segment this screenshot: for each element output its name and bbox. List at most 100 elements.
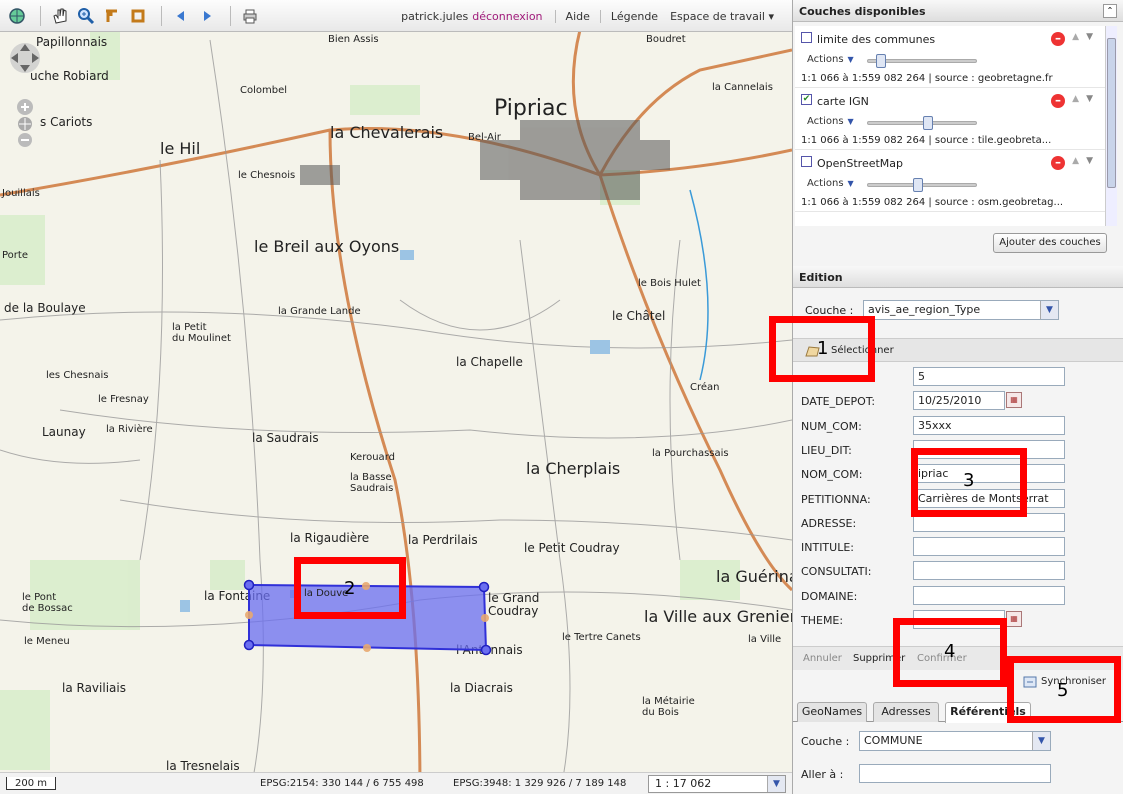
globe-icon[interactable] bbox=[6, 5, 28, 27]
zoom-in-icon[interactable] bbox=[75, 5, 97, 27]
field-input[interactable]: 35xxx bbox=[913, 416, 1065, 435]
field-label: NUM_COM: bbox=[801, 420, 862, 433]
chevron-down-icon[interactable]: ▼ bbox=[1040, 301, 1058, 319]
chevron-down-icon: ▼ bbox=[847, 117, 854, 126]
field-input[interactable] bbox=[913, 586, 1065, 605]
layer-visibility-checkbox[interactable] bbox=[801, 156, 812, 167]
map-label: la Saudrais bbox=[252, 431, 319, 445]
move-down-icon[interactable]: ▼ bbox=[1086, 156, 1093, 166]
field-input[interactable]: 10/25/2010 bbox=[913, 391, 1005, 410]
add-layers-button[interactable]: Ajouter des couches bbox=[993, 233, 1107, 253]
calendar-icon[interactable]: ▦ bbox=[1006, 392, 1022, 408]
layer-visibility-checkbox[interactable]: ✔ bbox=[801, 94, 812, 105]
zoom-in-control-icon[interactable] bbox=[17, 99, 33, 115]
map-label: la Pourchassais bbox=[652, 448, 729, 459]
goto-input[interactable] bbox=[859, 764, 1051, 783]
field-label: ADRESSE: bbox=[801, 517, 857, 530]
field-input[interactable] bbox=[913, 561, 1065, 580]
layer-opacity-slider[interactable] bbox=[867, 54, 977, 68]
chevron-down-icon[interactable]: ▼ bbox=[767, 776, 785, 792]
map-label: le Hil bbox=[160, 139, 200, 158]
remove-layer-icon[interactable]: – bbox=[1051, 156, 1065, 170]
map-label: la Cannelais bbox=[712, 82, 773, 93]
map-label: le Châtel bbox=[612, 309, 665, 323]
calendar-icon[interactable]: ▦ bbox=[1006, 611, 1022, 627]
help-link[interactable]: Aide bbox=[554, 9, 600, 23]
field-label: DOMAINE: bbox=[801, 590, 858, 603]
layer-name: OpenStreetMap bbox=[817, 157, 904, 170]
edition-title: Edition bbox=[799, 271, 843, 284]
scale-select[interactable]: 1 : 17 062 ▼ bbox=[648, 775, 786, 793]
map-label: le Petit Coudray bbox=[524, 541, 620, 555]
map-label: Kerouard bbox=[350, 452, 395, 463]
map-canvas[interactable]: Papillonnais uche Robiard s Cariots le H… bbox=[0, 0, 792, 794]
pan-hand-icon[interactable] bbox=[49, 5, 71, 27]
layers-list: limite des communes – ▲ ▼ Actions ▼ 1:1 066 à … bbox=[795, 26, 1105, 226]
field-label: CONSULTATI: bbox=[801, 565, 872, 578]
tab-geonames[interactable]: GeoNames bbox=[797, 702, 867, 722]
tab-adresses[interactable]: Adresses bbox=[873, 702, 939, 722]
map-view[interactable]: Papillonnais uche Robiard s Cariots le H… bbox=[0, 0, 792, 794]
move-down-icon[interactable]: ▼ bbox=[1086, 94, 1093, 104]
field-input[interactable] bbox=[913, 537, 1065, 556]
map-label: la Chevalerais bbox=[330, 123, 443, 142]
layer-visibility-checkbox[interactable] bbox=[801, 32, 812, 43]
cancel-button[interactable]: Annuler bbox=[803, 653, 842, 664]
move-down-icon[interactable]: ▼ bbox=[1086, 32, 1093, 42]
slider-knob[interactable] bbox=[923, 116, 933, 130]
map-label: la Rigaudière bbox=[290, 531, 369, 545]
map-label: la Grande Lande bbox=[278, 306, 361, 317]
workspace-menu[interactable]: Espace de travail ▾ bbox=[668, 10, 784, 23]
field-label: INTITULE: bbox=[801, 541, 854, 554]
layer-actions-menu[interactable]: Actions ▼ bbox=[807, 116, 854, 127]
map-label: Créan bbox=[690, 381, 720, 393]
chevron-down-icon[interactable]: ▼ bbox=[1032, 732, 1050, 750]
measure-length-icon[interactable] bbox=[101, 5, 123, 27]
map-label: le Meneu bbox=[24, 636, 70, 647]
map-statusbar: 200 m EPSG:2154: 330 144 / 6 755 498 EPS… bbox=[0, 772, 792, 794]
zoom-out-control-icon[interactable] bbox=[18, 133, 32, 147]
field-input[interactable]: 5 bbox=[913, 367, 1065, 386]
pan-control-icon[interactable] bbox=[10, 43, 40, 73]
back-arrow-icon[interactable] bbox=[170, 5, 192, 27]
world-extent-icon[interactable] bbox=[18, 117, 32, 131]
map-label: Pipriac bbox=[494, 96, 568, 121]
logout-link[interactable]: déconnexion bbox=[472, 10, 542, 23]
slider-knob[interactable] bbox=[876, 54, 886, 68]
layers-scrollbar[interactable] bbox=[1105, 26, 1117, 226]
field-label: THEME: bbox=[801, 614, 844, 627]
layer-actions-label: Actions bbox=[807, 54, 844, 65]
layer-row: OpenStreetMap – ▲ ▼ Actions ▼ 1:1 066 à 1:559 … bbox=[795, 150, 1105, 212]
forward-arrow-icon[interactable] bbox=[196, 5, 218, 27]
collapse-icon[interactable]: ⌃ bbox=[1103, 4, 1117, 18]
map-label: la Ville bbox=[748, 634, 781, 645]
move-up-icon[interactable]: ▲ bbox=[1072, 32, 1079, 42]
remove-layer-icon[interactable]: – bbox=[1051, 94, 1065, 108]
move-up-icon[interactable]: ▲ bbox=[1072, 94, 1079, 104]
couche-select[interactable]: avis_ae_region_Type ▼ bbox=[863, 300, 1059, 320]
layer-actions-menu[interactable]: Actions ▼ bbox=[807, 178, 854, 189]
layer-meta: 1:1 066 à 1:559 082 264 | source : osm.g… bbox=[801, 197, 1064, 208]
remove-layer-icon[interactable]: – bbox=[1051, 32, 1065, 46]
map-label: s Cariots bbox=[40, 115, 92, 129]
map-label: de la Boulaye bbox=[4, 301, 86, 315]
map-label: la Perdrilais bbox=[408, 533, 478, 547]
layer-opacity-slider[interactable] bbox=[867, 116, 977, 130]
map-label: la Tresnelais bbox=[166, 759, 240, 773]
map-label: Boudret bbox=[646, 34, 686, 45]
legend-link[interactable]: Légende bbox=[599, 9, 668, 23]
map-label: le Breil aux Oyons bbox=[254, 237, 399, 256]
annotation-number: 1 bbox=[817, 338, 829, 359]
map-label: la Raviliais bbox=[62, 681, 126, 695]
field-label: LIEU_DIT: bbox=[801, 444, 852, 457]
layer-name: carte IGN bbox=[817, 95, 869, 108]
map-label: la Cherplais bbox=[526, 459, 620, 478]
layer-actions-menu[interactable]: Actions ▼ bbox=[807, 54, 854, 65]
print-icon[interactable] bbox=[239, 5, 261, 27]
field-label: PETITIONNA: bbox=[801, 493, 871, 506]
measure-area-icon[interactable] bbox=[127, 5, 149, 27]
ref-couche-select[interactable]: COMMUNE ▼ bbox=[859, 731, 1051, 751]
slider-knob[interactable] bbox=[913, 178, 923, 192]
move-up-icon[interactable]: ▲ bbox=[1072, 156, 1079, 166]
layer-opacity-slider[interactable] bbox=[867, 178, 977, 192]
